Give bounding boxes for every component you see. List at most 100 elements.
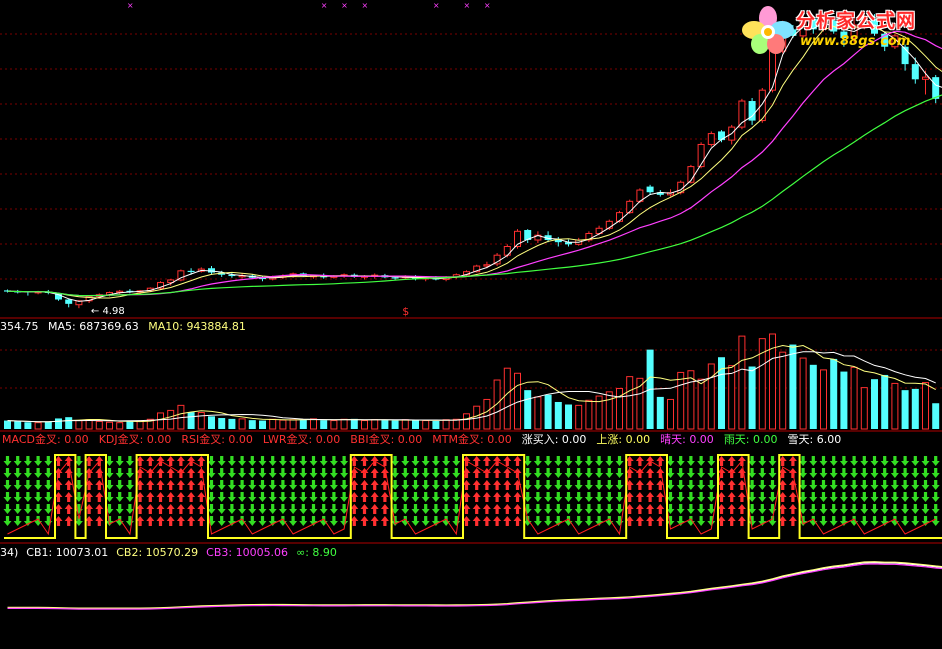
signal-legend-value: 0.00: [487, 433, 512, 446]
down-arrow-icon: [686, 516, 695, 526]
down-arrow-icon: [289, 492, 298, 502]
down-arrow-icon: [115, 456, 124, 466]
up-arrow-icon: [503, 456, 512, 466]
down-arrow-icon: [268, 492, 277, 502]
volume-bar: [799, 357, 807, 430]
down-arrow-icon: [431, 480, 440, 490]
up-arrow-icon: [197, 456, 206, 466]
down-arrow-icon: [890, 504, 899, 514]
up-arrow-icon: [156, 492, 165, 502]
up-arrow-icon: [146, 480, 155, 490]
up-arrow-icon: [646, 480, 655, 490]
up-arrow-icon: [360, 492, 369, 502]
up-arrow-icon: [166, 480, 175, 490]
volume-bar: [65, 417, 73, 429]
down-arrow-icon: [44, 492, 53, 502]
candle-body: [911, 64, 919, 80]
volume-legend: 354.75 MA5: 687369.63 MA10: 943884.81: [0, 320, 246, 333]
down-arrow-icon: [289, 504, 298, 514]
volume-bar: [279, 419, 287, 430]
signal-legend-item: LWR金叉: 0.00: [263, 433, 340, 446]
down-arrow-icon: [707, 516, 716, 526]
up-arrow-icon: [635, 456, 644, 466]
up-arrow-icon: [788, 504, 797, 514]
volume-bar: [289, 419, 297, 430]
down-arrow-icon: [605, 516, 614, 526]
up-arrow-icon: [360, 516, 369, 526]
down-arrow-icon: [870, 480, 879, 490]
volume-bar: [616, 387, 623, 430]
down-arrow-icon: [319, 456, 328, 466]
up-arrow-icon: [493, 480, 502, 490]
down-arrow-icon: [268, 504, 277, 514]
up-arrow-icon: [64, 480, 73, 490]
up-arrow-icon: [493, 492, 502, 502]
up-arrow-icon: [197, 516, 206, 526]
signal-legend-value: 0.00: [64, 433, 89, 446]
down-arrow-icon: [544, 492, 553, 502]
down-arrow-icon: [860, 516, 869, 526]
price-ma-fast-line: [7, 22, 942, 302]
ma10-label: MA10:: [148, 320, 187, 333]
down-arrow-icon: [309, 480, 318, 490]
up-arrow-icon: [370, 516, 379, 526]
down-arrow-icon: [911, 456, 920, 466]
volume-ma5-line: [7, 344, 936, 423]
signal-legend-label: KDJ金叉:: [98, 433, 147, 446]
volume-bar: [208, 416, 215, 429]
up-arrow-icon: [176, 516, 185, 526]
signal-legend-label: MTM金叉:: [432, 433, 488, 446]
signal-legend-item: RSI金叉: 0.00: [181, 433, 253, 446]
down-arrow-icon: [278, 492, 287, 502]
up-arrow-icon: [156, 468, 165, 478]
up-arrow-icon: [513, 516, 522, 526]
down-arrow-icon: [544, 468, 553, 478]
cb-legend-item: ∞: 8.90: [296, 546, 337, 559]
up-arrow-icon: [156, 516, 165, 526]
down-arrow-icon: [584, 456, 593, 466]
down-arrow-icon: [595, 492, 604, 502]
down-arrow-icon: [248, 456, 257, 466]
down-arrow-icon: [819, 504, 828, 514]
down-arrow-icon: [421, 504, 430, 514]
top-marker: ×: [484, 1, 491, 10]
signal-legend-label: 涨买入:: [521, 433, 562, 446]
volume-bar: [391, 420, 399, 429]
up-arrow-icon: [166, 468, 175, 478]
cb1-line: [7, 561, 942, 610]
down-arrow-icon: [697, 504, 706, 514]
down-arrow-icon: [299, 468, 308, 478]
signal-legend-label: 晴天:: [660, 433, 690, 446]
up-arrow-icon: [737, 492, 746, 502]
down-arrow-icon: [707, 468, 716, 478]
down-arrow-icon: [921, 504, 930, 514]
down-arrow-icon: [564, 504, 573, 514]
cb3-line: [7, 563, 942, 610]
down-arrow-icon: [34, 456, 43, 466]
down-arrow-icon: [329, 516, 338, 526]
down-arrow-icon: [901, 480, 910, 490]
down-arrow-icon: [238, 516, 247, 526]
volume-bar: [728, 365, 736, 430]
down-arrow-icon: [890, 480, 899, 490]
down-arrow-icon: [115, 480, 124, 490]
ma10-value: 943884.81: [186, 320, 246, 333]
low-price-label: ← 4.98: [91, 306, 125, 317]
up-arrow-icon: [95, 492, 104, 502]
flower-logo-icon: [742, 6, 794, 54]
up-arrow-icon: [64, 516, 73, 526]
volume-bar: [187, 412, 195, 429]
volume-bar: [157, 412, 164, 430]
down-arrow-icon: [595, 480, 604, 490]
volume-bar: [779, 351, 787, 430]
down-arrow-icon: [839, 456, 848, 466]
down-arrow-icon: [768, 456, 777, 466]
down-arrow-icon: [676, 492, 685, 502]
down-arrow-icon: [554, 468, 563, 478]
down-arrow-icon: [278, 504, 287, 514]
down-arrow-icon: [411, 456, 420, 466]
up-arrow-icon: [472, 456, 481, 466]
down-arrow-icon: [13, 516, 22, 526]
volume-ma10-line: [7, 351, 936, 423]
down-arrow-icon: [227, 468, 236, 478]
